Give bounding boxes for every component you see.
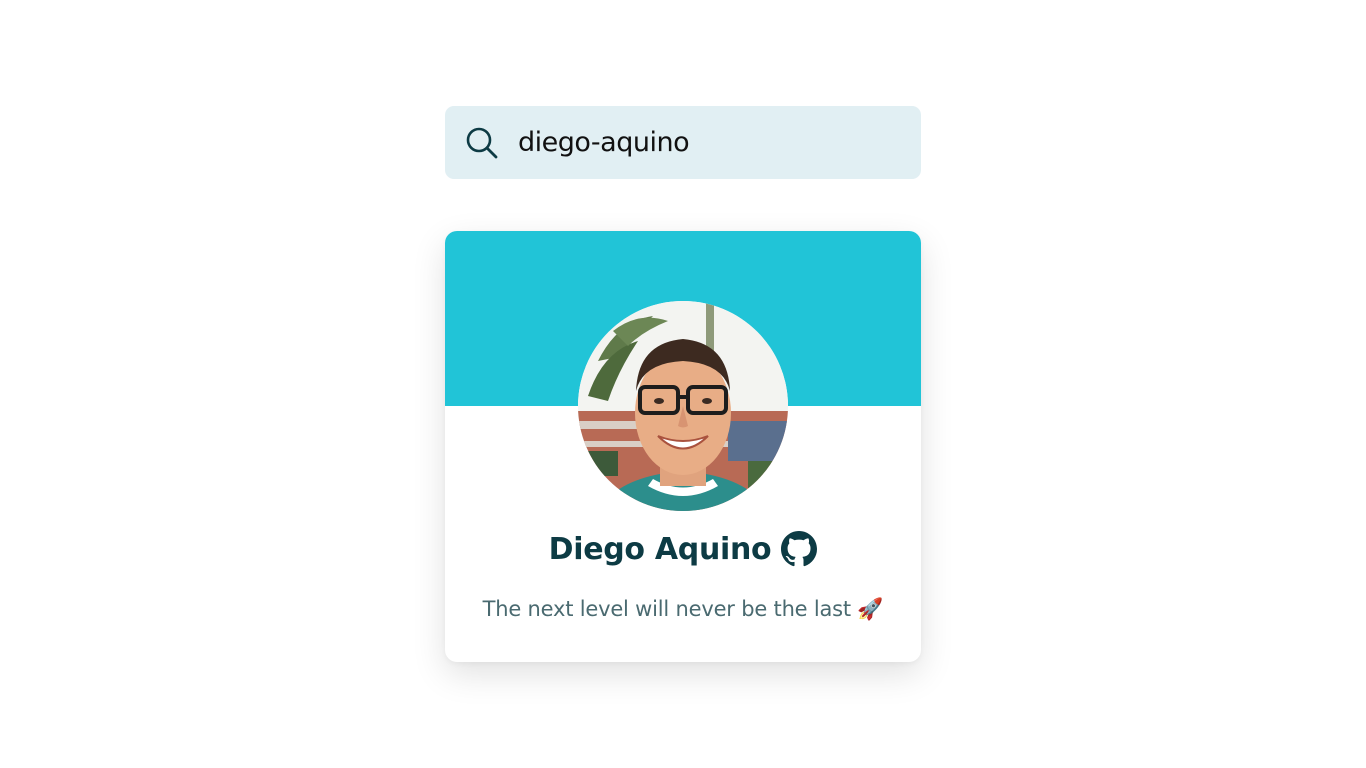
user-bio: The next level will never be the last 🚀 <box>482 597 884 621</box>
search-icon <box>465 126 499 160</box>
avatar <box>578 301 788 511</box>
github-icon[interactable] <box>781 531 818 567</box>
search-bar[interactable] <box>445 106 921 179</box>
user-name: Diego Aquino <box>548 531 772 567</box>
profile-card: Diego Aquino The next level will never b… <box>445 231 921 662</box>
search-input[interactable] <box>518 122 898 163</box>
name-row: Diego Aquino <box>445 531 921 567</box>
